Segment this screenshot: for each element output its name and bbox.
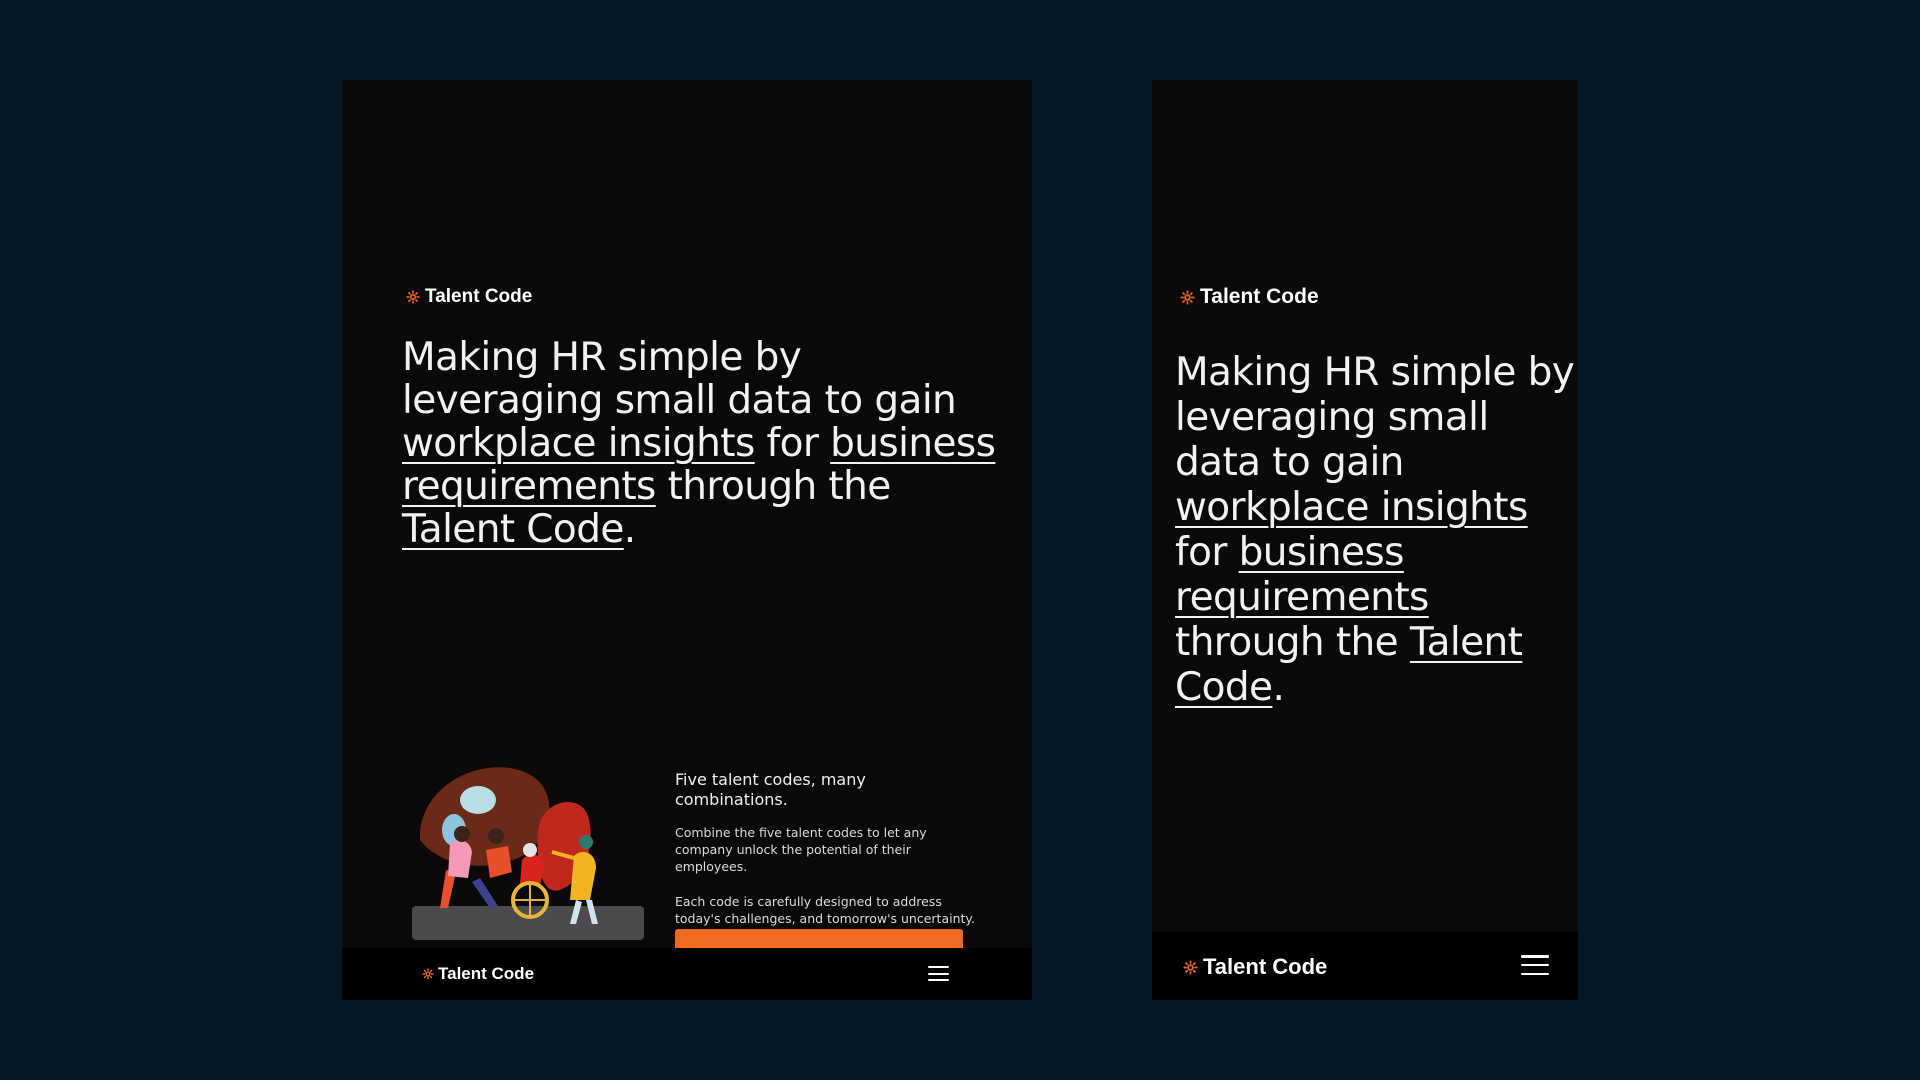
hero-text: . [623, 507, 636, 552]
promo-paragraph: Each code is carefully designed to addre… [675, 894, 975, 926]
hero-text: through the [1175, 620, 1399, 665]
brand-logo[interactable]: Talent Code [406, 286, 532, 308]
team-illustration [412, 767, 644, 940]
brand-name: Talent Code [425, 286, 533, 307]
sunburst-icon [1180, 290, 1195, 305]
brand-logo[interactable]: Talent Code [422, 964, 534, 984]
hero-link-talent-code[interactable]: Talent Code [402, 507, 624, 552]
sunburst-icon [422, 968, 434, 980]
hero-text: for [1175, 530, 1227, 575]
brand-name: Talent Code [438, 964, 535, 983]
brand-logo[interactable]: Talent Code [1183, 954, 1327, 980]
hero-text: . [1272, 665, 1285, 710]
tablet-mockup: Talent Code Making HR simple by leveragi… [342, 80, 1032, 1000]
brand-name: Talent Code [1200, 285, 1319, 308]
promo-title: Five talent codes, many combinations. [675, 770, 866, 809]
bottom-navbar: Talent Code [1152, 932, 1578, 1000]
sunburst-icon [406, 290, 420, 304]
bottom-navbar: Talent Code [342, 948, 1032, 1000]
hamburger-menu-icon[interactable] [1521, 955, 1549, 975]
hero-link-workplace-insights[interactable]: workplace insights [402, 421, 755, 466]
brand-name: Talent Code [1203, 954, 1328, 979]
hero-headline: Making HR simple by leveraging small dat… [402, 336, 1002, 551]
hero-text: Making HR simple by leveraging small dat… [402, 335, 957, 423]
hero-headline: Making HR simple by leveraging small dat… [1175, 350, 1575, 710]
hamburger-menu-icon[interactable] [928, 966, 949, 981]
phone-mockup: Talent Code Making HR simple by leveragi… [1152, 80, 1578, 1000]
hero-text: for [766, 421, 819, 466]
brand-logo[interactable]: Talent Code [1180, 285, 1319, 309]
hero-text: Making HR simple by leveraging small dat… [1175, 350, 1575, 485]
hero-link-workplace-insights[interactable]: workplace insights [1175, 485, 1528, 530]
promo-paragraph: Combine the five talent codes to let any… [675, 825, 927, 874]
sunburst-icon [1183, 960, 1198, 975]
hero-text: through the [667, 464, 892, 509]
promo-section: Five talent codes, many combinations. Co… [675, 770, 975, 945]
